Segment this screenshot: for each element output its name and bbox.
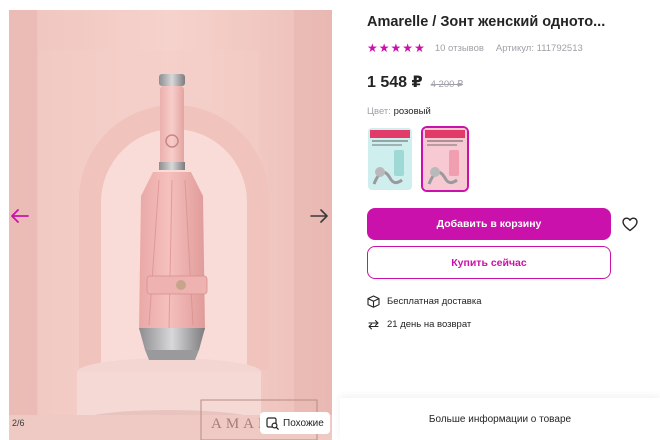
similar-products-button[interactable]: Похожие: [260, 412, 330, 434]
feature-return: 21 день на возврат: [367, 318, 471, 331]
rating-stars[interactable]: ★ ★ ★ ★ ★: [367, 42, 425, 54]
variant-thumb-mint[interactable]: [366, 126, 414, 192]
arrow-left-icon: [11, 209, 29, 223]
old-price: 4 200 ₽: [430, 79, 464, 90]
article-number[interactable]: Артикул: 111792513: [496, 43, 583, 54]
similar-label: Похожие: [283, 417, 324, 429]
product-gallery: AMAR 2/6 Похожие: [0, 0, 340, 440]
color-variants: [366, 126, 469, 192]
color-label: Цвет:: [367, 106, 391, 117]
more-info-link[interactable]: Больше информации о товаре: [340, 398, 660, 440]
feature-text: 21 день на возврат: [387, 319, 472, 330]
favorite-button[interactable]: [620, 214, 640, 234]
product-photo[interactable]: AMAR: [9, 10, 332, 440]
star-icon: ★: [402, 41, 414, 55]
color-value: розовый: [393, 106, 431, 117]
variant-thumb-pink[interactable]: [421, 126, 469, 192]
price-row: 1 548 ₽ 4 200 ₽: [367, 72, 463, 92]
box-icon: [367, 295, 380, 308]
prev-photo-button[interactable]: [8, 204, 32, 228]
star-icon: ★: [390, 41, 402, 55]
star-icon: ★: [367, 41, 378, 55]
product-title[interactable]: Amarelle / Зонт женский одното...: [367, 14, 635, 30]
product-info: Amarelle / Зонт женский одното... ★ ★ ★ …: [340, 0, 660, 440]
return-arrows-icon: [368, 320, 379, 330]
image-search-icon: [266, 416, 279, 430]
current-price: 1 548 ₽: [367, 74, 423, 91]
next-photo-button[interactable]: [307, 204, 331, 228]
buy-now-button[interactable]: Купить сейчас: [367, 246, 611, 279]
reviews-link[interactable]: 10 отзывов: [435, 43, 484, 54]
star-icon: ★: [378, 41, 390, 55]
color-row: Цвет: розовый: [367, 106, 431, 117]
heart-icon: [622, 217, 638, 231]
feature-free-delivery: Бесплатная доставка: [367, 295, 482, 308]
photo-counter: 2/6: [12, 418, 25, 428]
arrow-right-icon: [310, 209, 328, 223]
add-to-cart-button[interactable]: Добавить в корзину: [367, 208, 611, 240]
rating-row: ★ ★ ★ ★ ★ 10 отзывов Артикул: 111792513: [367, 42, 583, 54]
star-icon: ★: [414, 41, 425, 55]
feature-text: Бесплатная доставка: [387, 296, 482, 307]
